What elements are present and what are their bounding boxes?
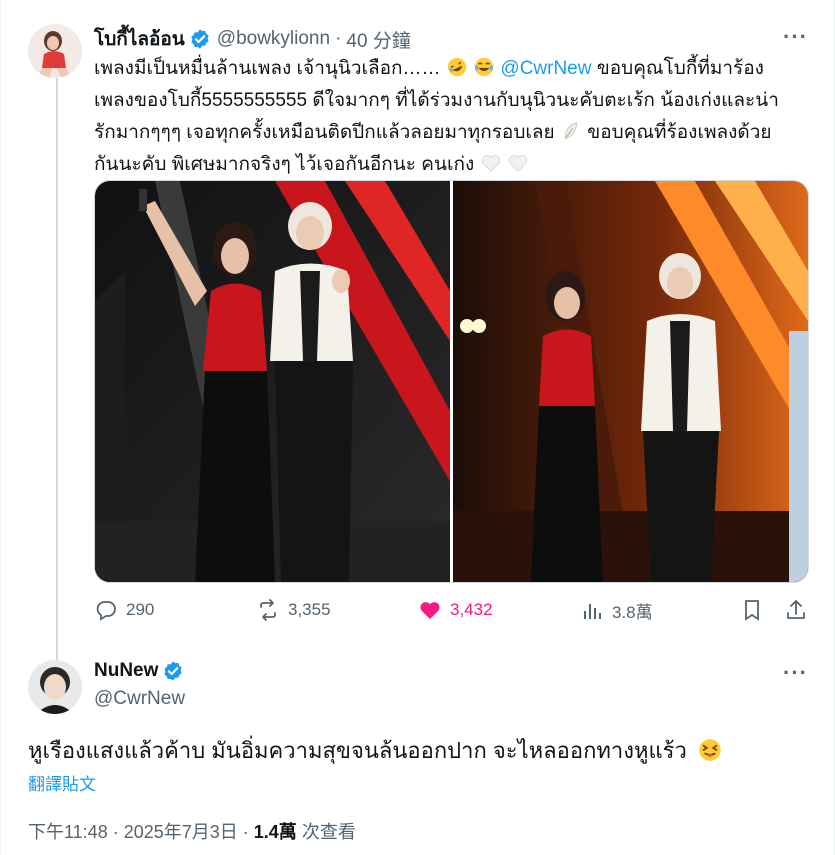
reply-display-name[interactable]: NuNew: [94, 660, 158, 682]
views-count: 1.4萬: [253, 822, 297, 842]
white-heart-emoji-icon: [508, 155, 528, 172]
share-icon: [787, 600, 805, 619]
more-options-icon[interactable]: ···: [783, 26, 808, 48]
analytics-icon: [584, 603, 601, 619]
repost-icon: [260, 599, 276, 621]
tweet-thread: โบกี้ไลอ้อน @bowkylionn · 40 分鐘 ··· เพลง…: [0, 0, 835, 855]
views-button[interactable]: 3.8萬: [580, 598, 653, 623]
avatar-cwrnew[interactable]: [28, 660, 82, 714]
post-text-line-2: เพลงของโบกี้5555555555 ดีใจมากๆ ที่ได้ร่…: [94, 90, 779, 111]
post-metadata: 下午11:48 · 2025年7月3日 · 1.4萬 次查看: [28, 822, 356, 842]
views-label: 次查看: [296, 822, 356, 842]
post-text-line-4: กันนะคับ พิเศษมากจริงๆ ไว้เจอกันอีกนะ คน…: [94, 149, 814, 181]
squinting-tongue-emoji-icon: [699, 739, 721, 761]
bookmark-icon: [745, 600, 759, 621]
bookmark-button[interactable]: [740, 598, 772, 622]
post-time[interactable]: 40 分鐘: [346, 26, 410, 53]
verified-badge-icon: [164, 661, 183, 681]
photo-left[interactable]: [95, 181, 450, 582]
verified-badge-icon: [191, 29, 209, 49]
post-text-line-3: รักมากๆๆๆ เจอทุกครั้งเหมือนติดปีกแล้วลอย…: [94, 122, 772, 143]
post-text: เพลงมีเป็นหมื่นล้านเพลง เจ้านุนิวเลือก………: [94, 53, 814, 181]
post-header: โบกี้ไลอ้อน @bowkylionn · 40 分鐘: [94, 24, 411, 54]
white-heart-emoji-icon: [481, 155, 500, 172]
post-timestamp[interactable]: 下午11:48 · 2025年7月3日: [28, 822, 238, 842]
reply-more-options-icon[interactable]: ···: [783, 662, 808, 684]
post-action-bar: 290 3,355 3,432 3.8萬: [94, 598, 814, 628]
reply-icon: [96, 601, 116, 621]
joy-emoji-icon: [474, 57, 494, 77]
user-handle[interactable]: @bowkylionn: [217, 28, 330, 50]
share-button[interactable]: [784, 598, 816, 622]
avatar-bowkylionn[interactable]: [28, 24, 82, 78]
rofl-emoji-icon: [447, 57, 467, 77]
translate-post-link[interactable]: 翻譯貼文: [28, 770, 96, 795]
feather-emoji-icon: [564, 122, 577, 139]
post-media[interactable]: [94, 180, 809, 583]
display-name[interactable]: โบกี้ไลอ้อน: [94, 24, 185, 54]
thread-connector-line: [56, 78, 58, 660]
reply-text: หูเรืองแสงแล้วค้าบ มันอิ่มความสุขจนล้นออ…: [28, 733, 723, 768]
post-text-line-1: เพลงมีเป็นหมื่นล้านเพลง เจ้านุนิวเลือก………: [94, 53, 814, 85]
mention-link[interactable]: @CwrNew: [500, 58, 591, 79]
separator-dot: ·: [335, 28, 342, 49]
like-button[interactable]: 3,432: [418, 598, 493, 622]
heart-filled-icon: [420, 602, 440, 619]
reply-button[interactable]: 290: [94, 598, 154, 622]
reply-header: NuNew: [94, 660, 184, 682]
reply-user-handle[interactable]: @CwrNew: [94, 688, 185, 710]
repost-button[interactable]: 3,355: [256, 598, 331, 622]
photo-right[interactable]: [453, 181, 808, 582]
